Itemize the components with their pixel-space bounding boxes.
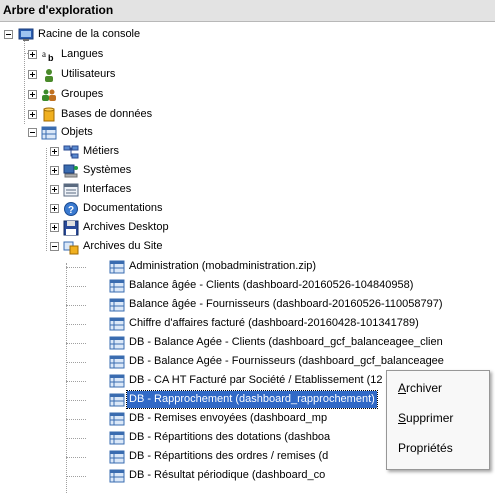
tree-node-documentations[interactable]: ? Documentations <box>0 200 300 218</box>
database-icon <box>43 107 55 122</box>
table-icon <box>41 126 57 140</box>
tree-label: Interfaces <box>83 183 132 195</box>
tree-label: DB - Remises envoyées (dashboard_mp <box>129 412 328 424</box>
floppy-disk-icon <box>63 220 79 236</box>
tree-label: DB - Balance Agée - Fournisseurs (dashbo… <box>129 355 444 367</box>
table-icon <box>109 412 125 426</box>
menu-label: Propriétés <box>398 441 453 455</box>
language-icon: a b <box>42 49 54 63</box>
tree-label: Bases de données <box>61 108 153 120</box>
tree-node-interfaces[interactable]: Interfaces <box>0 181 300 199</box>
svg-text:?: ? <box>68 205 74 216</box>
mnemonic: S <box>398 411 407 425</box>
tree-node-archives-site[interactable]: Archives du Site <box>0 238 300 256</box>
svg-text:b: b <box>48 53 54 63</box>
menu-item-supprimer[interactable]: Supprimer <box>387 406 489 430</box>
tree-node-archives-desktop[interactable]: Archives Desktop <box>0 219 300 237</box>
expand-toggle[interactable] <box>50 147 59 156</box>
expand-toggle[interactable] <box>28 50 37 59</box>
computer-icon <box>63 164 78 178</box>
expand-toggle[interactable] <box>50 166 59 175</box>
tree-item-db-balance-fournisseurs[interactable]: DB - Balance Agée - Fournisseurs (dashbo… <box>0 353 495 371</box>
tree-item-administration[interactable]: Administration (mobadministration.zip) <box>0 258 495 276</box>
expand-toggle[interactable] <box>28 70 37 79</box>
tree-node-bases[interactable]: Bases de données <box>0 106 300 124</box>
svg-text:a: a <box>42 49 46 59</box>
collapse-toggle[interactable] <box>28 128 37 137</box>
mnemonic: A <box>398 381 407 395</box>
table-icon <box>109 260 125 274</box>
menu-item-proprietes[interactable]: Propriétés <box>387 436 489 460</box>
context-menu: Archiver Supprimer Propriétés <box>386 370 490 470</box>
tree-label: Balance âgée - Fournisseurs (dashboard-2… <box>129 298 443 310</box>
tree-item-db-balance-clients[interactable]: DB - Balance Agée - Clients (dashboard_g… <box>0 334 495 352</box>
tree-node-systemes[interactable]: Systèmes <box>0 162 300 180</box>
table-icon <box>109 431 125 445</box>
tree-label: Objets <box>61 126 93 138</box>
tree-node-objets[interactable]: Objets <box>0 124 300 142</box>
expand-toggle[interactable] <box>50 223 59 232</box>
help-globe-icon: ? <box>64 202 78 216</box>
menu-label: upprimer <box>406 411 454 425</box>
table-icon <box>109 298 125 312</box>
panel-title: Arbre d'exploration <box>0 0 495 22</box>
tree-label: DB - Balance Agée - Clients (dashboard_g… <box>129 336 443 348</box>
tree-item-balance-fournisseurs[interactable]: Balance âgée - Fournisseurs (dashboard-2… <box>0 296 495 314</box>
tree-node-groupes[interactable]: Groupes <box>0 86 300 104</box>
table-icon <box>109 279 125 293</box>
tree-node-utilisateurs[interactable]: Utilisateurs <box>0 66 300 84</box>
table-icon <box>109 374 125 388</box>
table-icon <box>109 450 125 464</box>
monitor-icon <box>18 28 34 41</box>
table-icon <box>109 393 125 407</box>
expand-toggle[interactable] <box>50 185 59 194</box>
expand-toggle[interactable] <box>50 204 59 213</box>
tree-node-metiers[interactable]: Métiers <box>0 143 300 161</box>
tree-label: Chiffre d'affaires facturé (dashboard-20… <box>129 317 419 329</box>
window-icon <box>63 183 79 197</box>
menu-item-archiver[interactable]: Archiver <box>387 376 489 400</box>
tree-label: Métiers <box>83 145 120 157</box>
group-icon <box>42 89 56 101</box>
tree-item-balance-clients[interactable]: Balance âgée - Clients (dashboard-201605… <box>0 277 495 295</box>
selected-tree-label: DB - Rapprochement (dashboard_rapprochem… <box>126 390 378 409</box>
user-icon <box>45 69 53 82</box>
tree-label: Systèmes <box>83 164 132 176</box>
tree-item-chiffre-affaires[interactable]: Chiffre d'affaires facturé (dashboard-20… <box>0 315 495 333</box>
tree-label: Archives du Site <box>83 240 163 252</box>
table-icon <box>109 336 125 350</box>
collapse-toggle[interactable] <box>4 30 13 39</box>
table-icon <box>109 469 125 483</box>
tree-label: Administration (mobadministration.zip) <box>129 260 317 272</box>
tree-label: Documentations <box>83 202 163 214</box>
tree-label: Langues <box>61 48 104 60</box>
tree-label: Groupes <box>61 88 104 100</box>
hierarchy-icon <box>63 145 79 159</box>
table-icon <box>109 317 125 331</box>
tree-label: Utilisateurs <box>61 68 116 80</box>
expand-toggle[interactable] <box>28 90 37 99</box>
tree-node-langues[interactable]: a b Langues <box>0 46 300 64</box>
tree-node-root[interactable]: Racine de la console <box>0 26 300 44</box>
menu-label: rchiver <box>406 381 443 395</box>
table-icon <box>109 355 125 369</box>
tree-label: DB - Résultat périodique (dashboard_co <box>129 469 326 481</box>
site-archive-icon <box>63 241 79 255</box>
tree-label: DB - Répartitions des ordres / remises (… <box>129 450 329 462</box>
tree-label: Racine de la console <box>38 28 141 40</box>
tree-label: Archives Desktop <box>83 221 169 233</box>
tree-label: Balance âgée - Clients (dashboard-201605… <box>129 279 414 291</box>
tree-label: DB - Répartitions des dotations (dashboa <box>129 431 331 443</box>
expand-toggle[interactable] <box>28 110 37 119</box>
collapse-toggle[interactable] <box>50 242 59 251</box>
